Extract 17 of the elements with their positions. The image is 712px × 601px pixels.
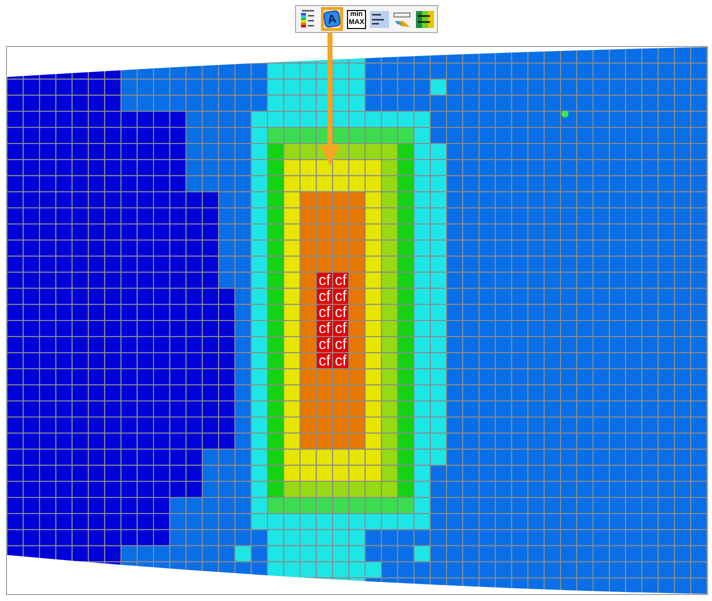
element-label: cf (318, 304, 330, 321)
element-label: cf (318, 352, 330, 370)
element-label: cf (318, 272, 330, 289)
note-icon (370, 10, 389, 28)
element-label: cf (334, 320, 347, 338)
element-label: cf (318, 320, 330, 338)
element-label: cf (334, 352, 347, 370)
element-label: cf (318, 336, 330, 354)
element-label: cf (334, 336, 347, 354)
node-marker (562, 110, 568, 118)
element-label: cf (334, 288, 347, 305)
contour-plot-icon (416, 10, 434, 28)
element-label: cf (334, 304, 347, 321)
legend-icon (300, 10, 316, 28)
element-label: cf (334, 272, 347, 289)
element-label: cf (318, 288, 330, 305)
color-bar-icon (393, 10, 412, 28)
